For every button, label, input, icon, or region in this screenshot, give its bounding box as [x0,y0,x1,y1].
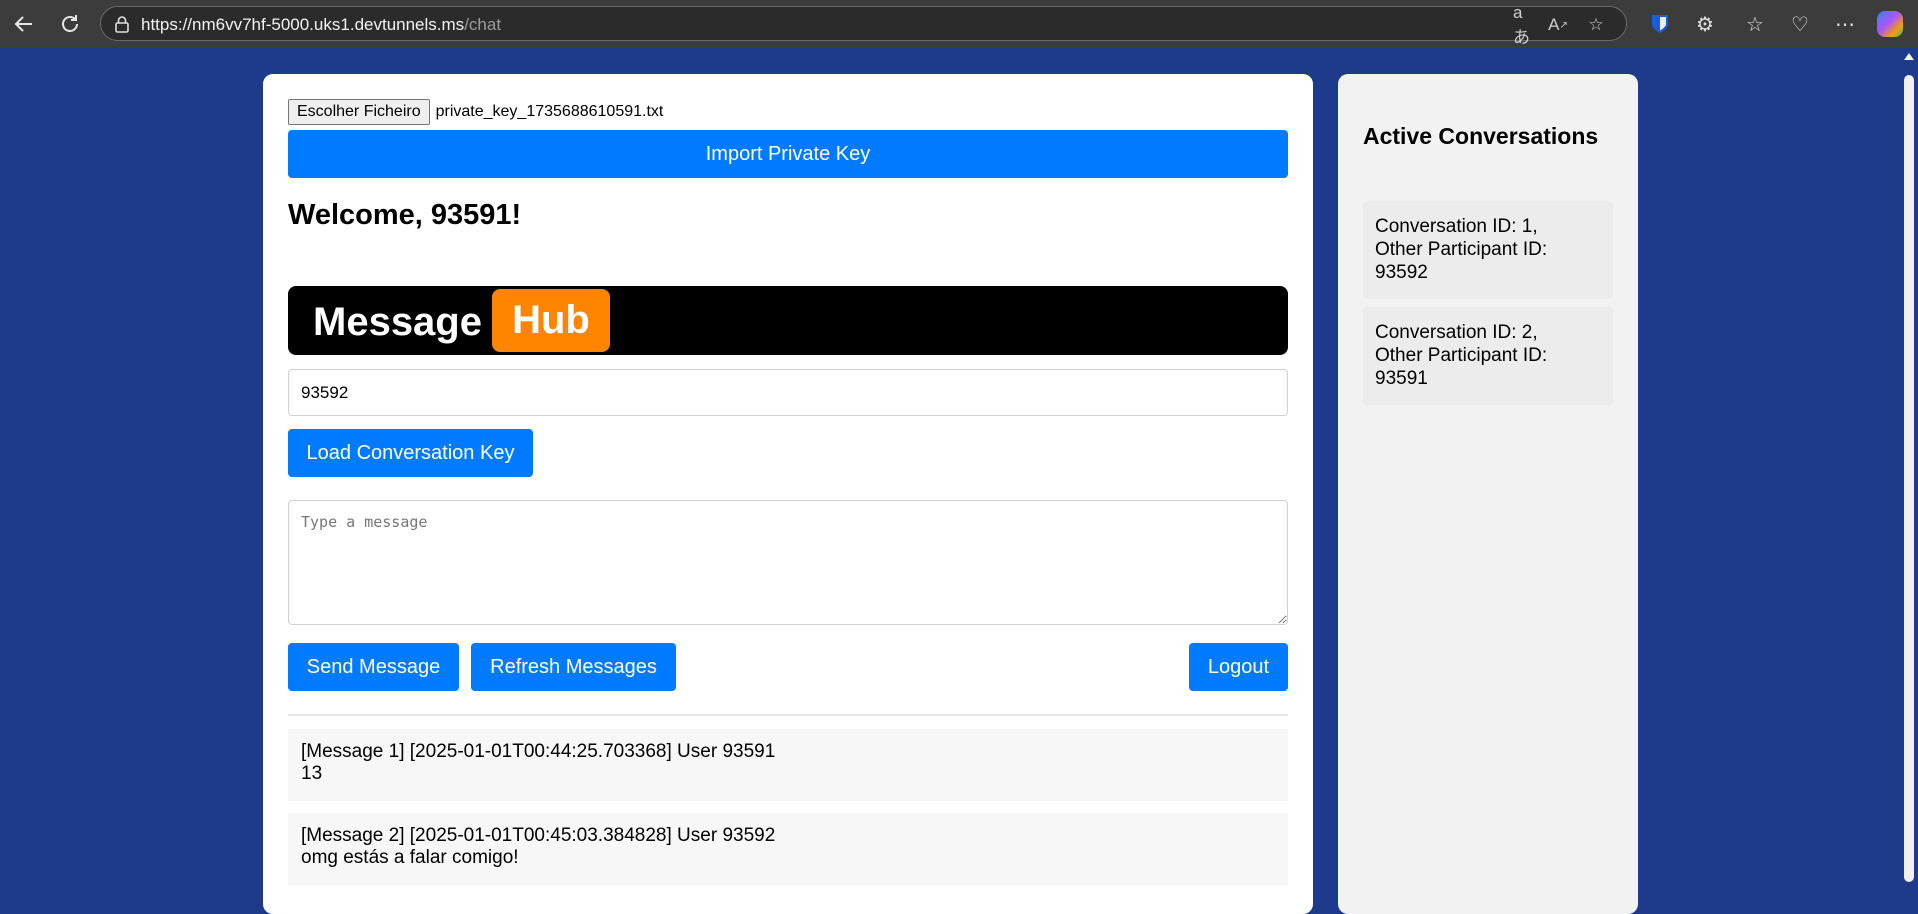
sidebar-title: Active Conversations [1363,123,1599,149]
message-header: [Message 2] [2025-01-01T00:45:03.384828]… [301,825,776,846]
chat-card: Escolher Ficheiro private_key_1735688610… [263,74,1313,914]
logo-badge: Hub [492,289,610,352]
logout-button[interactable]: Logout [1189,643,1288,691]
welcome-heading: Welcome, 93591! [288,199,522,231]
send-message-button[interactable]: Send Message [288,643,459,691]
url-text: https://nm6vv7hf-5000.uks1.devtunnels.ms… [141,15,502,34]
browser-toolbar: https://nm6vv7hf-5000.uks1.devtunnels.ms… [0,0,1918,47]
message-item: [Message 2] [2025-01-01T00:45:03.384828]… [288,813,1288,885]
logo-text: Message [313,300,482,344]
page-scrollbar[interactable] [1900,47,1918,882]
conversation-item[interactable]: Conversation ID: 2, Other Participant ID… [1363,307,1613,405]
browser-essentials-icon[interactable]: ♡ [1786,10,1814,38]
load-conversation-key-button[interactable]: Load Conversation Key [288,429,533,477]
page-viewport: Escolher Ficheiro private_key_1735688610… [0,47,1918,914]
conversation-item[interactable]: Conversation ID: 1, Other Participant ID… [1363,201,1613,299]
divider [288,714,1288,716]
import-private-key-button[interactable]: Import Private Key [288,130,1288,178]
message-header: [Message 1] [2025-01-01T00:44:25.703368]… [301,741,776,762]
active-conversations-panel: Active Conversations Conversation ID: 1,… [1338,74,1638,914]
translate-icon[interactable]: aあ [1513,3,1535,47]
selected-file-name: private_key_1735688610591.txt [435,103,664,120]
read-aloud-icon[interactable]: A ↗ [1547,14,1569,36]
back-icon[interactable] [8,8,40,40]
scroll-up-icon[interactable] [1904,53,1914,60]
participant-label: Other Participant ID: [1375,345,1548,366]
private-key-file-picker: Escolher Ficheiro private_key_1735688610… [288,99,663,125]
favorite-star-icon[interactable]: ☆ [1585,14,1607,36]
participant-id: 93592 [1375,262,1428,283]
refresh-messages-button[interactable]: Refresh Messages [471,643,676,691]
message-item: [Message 1] [2025-01-01T00:44:25.703368]… [288,729,1288,801]
message-input[interactable] [288,500,1288,625]
extensions-icon[interactable]: ⚙ [1691,10,1719,38]
scrollbar-thumb[interactable] [1904,75,1914,882]
choose-file-button[interactable]: Escolher Ficheiro [288,99,430,125]
participant-label: Other Participant ID: [1375,239,1548,260]
conversation-id: Conversation ID: 1, [1375,216,1538,237]
copilot-icon[interactable] [1876,10,1904,38]
lock-icon[interactable] [113,15,131,33]
message-body: 13 [301,763,323,784]
bitwarden-icon[interactable] [1646,10,1674,38]
more-options-icon[interactable]: ⋯ [1831,10,1859,38]
favorites-icon[interactable]: ☆ [1741,10,1769,38]
participant-id: 93591 [1375,368,1428,389]
participant-id-input[interactable] [288,369,1288,416]
reload-icon[interactable] [54,8,86,40]
message-hub-logo: Message Hub [288,286,1288,355]
message-body: omg estás a falar comigo! [301,847,519,868]
address-bar[interactable]: https://nm6vv7hf-5000.uks1.devtunnels.ms… [100,3,1627,47]
conversation-id: Conversation ID: 2, [1375,322,1538,343]
